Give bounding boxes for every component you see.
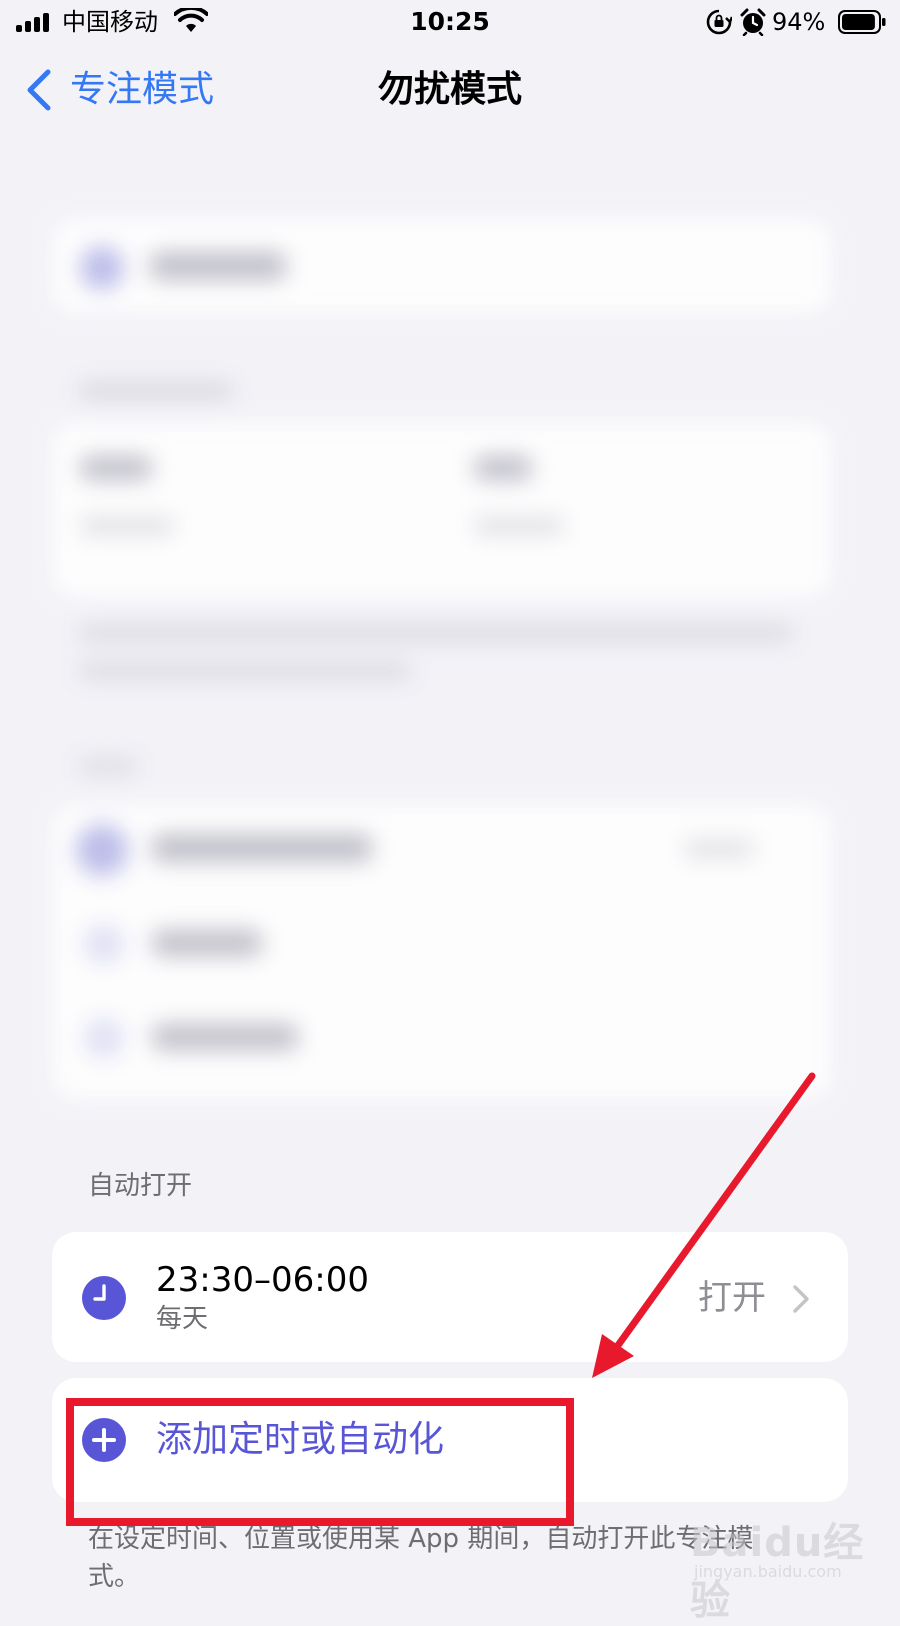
- footer-note: 在设定时间、位置或使用某 App 期间，自动打开此专注模式。: [88, 1524, 754, 1592]
- blurred-content: [0, 160, 900, 1120]
- baidu-watermark: Baidu经验 jingyan.baidu.com: [690, 1510, 890, 1624]
- alarm-icon: [740, 8, 766, 36]
- battery-percent: 94%: [772, 8, 826, 36]
- battery-icon: [838, 10, 886, 34]
- page-title: 勿扰模式: [377, 69, 522, 110]
- schedule-time-range: 23:30–06:00: [156, 1260, 369, 1300]
- status-bar: 中国移动 10:25 94%: [0, 0, 900, 46]
- chevron-right-icon: [793, 1285, 809, 1313]
- clock-icon: [82, 1276, 126, 1320]
- schedule-days: 每天: [156, 1304, 209, 1334]
- section-header-auto-on: 自动打开: [88, 1171, 193, 1201]
- watermark-url: jingyan.baidu.com: [694, 1562, 842, 1581]
- schedule-status: 打开: [698, 1278, 766, 1318]
- rotation-lock-icon: [706, 9, 732, 35]
- annotation-highlight-box: [66, 1398, 574, 1526]
